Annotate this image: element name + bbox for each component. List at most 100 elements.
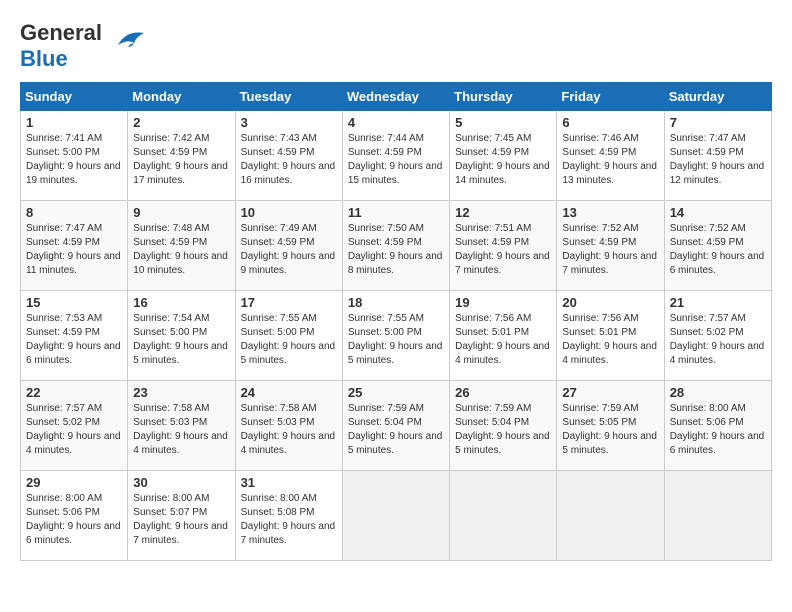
calendar-table: SundayMondayTuesdayWednesdayThursdayFrid… [20,82,772,561]
logo-text: General Blue [20,20,102,72]
weekday-header-monday: Monday [128,83,235,111]
calendar-week-5: 29 Sunrise: 8:00 AM Sunset: 5:06 PM Dayl… [21,471,772,561]
day-info: Sunrise: 7:41 AM Sunset: 5:00 PM Dayligh… [26,132,122,188]
day-number: 2 [133,115,229,130]
day-info: Sunrise: 7:57 AM Sunset: 5:02 PM Dayligh… [670,312,766,368]
day-number: 17 [241,295,337,310]
page-header: General Blue [20,20,772,72]
day-info: Sunrise: 7:50 AM Sunset: 4:59 PM Dayligh… [348,222,444,278]
weekday-header-saturday: Saturday [664,83,771,111]
day-info: Sunrise: 7:59 AM Sunset: 5:04 PM Dayligh… [455,402,551,458]
calendar-cell: 28 Sunrise: 8:00 AM Sunset: 5:06 PM Dayl… [664,381,771,471]
day-number: 1 [26,115,122,130]
day-number: 9 [133,205,229,220]
day-info: Sunrise: 8:00 AM Sunset: 5:06 PM Dayligh… [670,402,766,458]
day-number: 12 [455,205,551,220]
calendar-cell [557,471,664,561]
calendar-cell: 13 Sunrise: 7:52 AM Sunset: 4:59 PM Dayl… [557,201,664,291]
day-info: Sunrise: 7:56 AM Sunset: 5:01 PM Dayligh… [455,312,551,368]
day-number: 6 [562,115,658,130]
day-number: 8 [26,205,122,220]
calendar-cell: 4 Sunrise: 7:44 AM Sunset: 4:59 PM Dayli… [342,111,449,201]
day-number: 15 [26,295,122,310]
day-info: Sunrise: 7:49 AM Sunset: 4:59 PM Dayligh… [241,222,337,278]
day-number: 19 [455,295,551,310]
day-number: 24 [241,385,337,400]
day-number: 3 [241,115,337,130]
calendar-cell: 8 Sunrise: 7:47 AM Sunset: 4:59 PM Dayli… [21,201,128,291]
day-info: Sunrise: 7:57 AM Sunset: 5:02 PM Dayligh… [26,402,122,458]
day-info: Sunrise: 7:54 AM Sunset: 5:00 PM Dayligh… [133,312,229,368]
calendar-cell: 3 Sunrise: 7:43 AM Sunset: 4:59 PM Dayli… [235,111,342,201]
day-info: Sunrise: 7:56 AM Sunset: 5:01 PM Dayligh… [562,312,658,368]
day-number: 25 [348,385,444,400]
day-number: 31 [241,475,337,490]
calendar-cell: 26 Sunrise: 7:59 AM Sunset: 5:04 PM Dayl… [450,381,557,471]
calendar-cell: 20 Sunrise: 7:56 AM Sunset: 5:01 PM Dayl… [557,291,664,381]
day-info: Sunrise: 7:46 AM Sunset: 4:59 PM Dayligh… [562,132,658,188]
day-number: 22 [26,385,122,400]
day-number: 28 [670,385,766,400]
day-number: 29 [26,475,122,490]
day-info: Sunrise: 7:59 AM Sunset: 5:05 PM Dayligh… [562,402,658,458]
calendar-cell: 2 Sunrise: 7:42 AM Sunset: 4:59 PM Dayli… [128,111,235,201]
day-info: Sunrise: 7:43 AM Sunset: 4:59 PM Dayligh… [241,132,337,188]
day-number: 7 [670,115,766,130]
calendar-cell [342,471,449,561]
day-info: Sunrise: 7:45 AM Sunset: 4:59 PM Dayligh… [455,132,551,188]
day-number: 10 [241,205,337,220]
day-number: 21 [670,295,766,310]
calendar-cell: 19 Sunrise: 7:56 AM Sunset: 5:01 PM Dayl… [450,291,557,381]
calendar-cell: 10 Sunrise: 7:49 AM Sunset: 4:59 PM Dayl… [235,201,342,291]
day-info: Sunrise: 7:44 AM Sunset: 4:59 PM Dayligh… [348,132,444,188]
day-number: 4 [348,115,444,130]
calendar-cell: 9 Sunrise: 7:48 AM Sunset: 4:59 PM Dayli… [128,201,235,291]
calendar-cell: 31 Sunrise: 8:00 AM Sunset: 5:08 PM Dayl… [235,471,342,561]
day-info: Sunrise: 7:53 AM Sunset: 4:59 PM Dayligh… [26,312,122,368]
day-info: Sunrise: 7:55 AM Sunset: 5:00 PM Dayligh… [348,312,444,368]
calendar-cell: 27 Sunrise: 7:59 AM Sunset: 5:05 PM Dayl… [557,381,664,471]
day-info: Sunrise: 8:00 AM Sunset: 5:06 PM Dayligh… [26,492,122,548]
calendar-cell: 29 Sunrise: 8:00 AM Sunset: 5:06 PM Dayl… [21,471,128,561]
calendar-cell: 25 Sunrise: 7:59 AM Sunset: 5:04 PM Dayl… [342,381,449,471]
day-info: Sunrise: 7:58 AM Sunset: 5:03 PM Dayligh… [241,402,337,458]
day-info: Sunrise: 7:52 AM Sunset: 4:59 PM Dayligh… [670,222,766,278]
calendar-cell: 11 Sunrise: 7:50 AM Sunset: 4:59 PM Dayl… [342,201,449,291]
calendar-cell: 16 Sunrise: 7:54 AM Sunset: 5:00 PM Dayl… [128,291,235,381]
calendar-cell: 21 Sunrise: 7:57 AM Sunset: 5:02 PM Dayl… [664,291,771,381]
day-info: Sunrise: 7:42 AM Sunset: 4:59 PM Dayligh… [133,132,229,188]
calendar-cell: 17 Sunrise: 7:55 AM Sunset: 5:00 PM Dayl… [235,291,342,381]
day-number: 18 [348,295,444,310]
calendar-cell: 22 Sunrise: 7:57 AM Sunset: 5:02 PM Dayl… [21,381,128,471]
weekday-header-sunday: Sunday [21,83,128,111]
day-info: Sunrise: 7:47 AM Sunset: 4:59 PM Dayligh… [670,132,766,188]
logo-bird-icon [108,25,144,53]
day-number: 30 [133,475,229,490]
logo: General Blue [20,20,144,72]
day-info: Sunrise: 7:58 AM Sunset: 5:03 PM Dayligh… [133,402,229,458]
calendar-week-4: 22 Sunrise: 7:57 AM Sunset: 5:02 PM Dayl… [21,381,772,471]
day-number: 27 [562,385,658,400]
day-info: Sunrise: 8:00 AM Sunset: 5:07 PM Dayligh… [133,492,229,548]
calendar-cell: 1 Sunrise: 7:41 AM Sunset: 5:00 PM Dayli… [21,111,128,201]
day-number: 14 [670,205,766,220]
weekday-header-tuesday: Tuesday [235,83,342,111]
day-number: 16 [133,295,229,310]
calendar-cell: 14 Sunrise: 7:52 AM Sunset: 4:59 PM Dayl… [664,201,771,291]
day-info: Sunrise: 7:47 AM Sunset: 4:59 PM Dayligh… [26,222,122,278]
calendar-week-1: 1 Sunrise: 7:41 AM Sunset: 5:00 PM Dayli… [21,111,772,201]
calendar-cell: 12 Sunrise: 7:51 AM Sunset: 4:59 PM Dayl… [450,201,557,291]
day-number: 5 [455,115,551,130]
day-number: 26 [455,385,551,400]
weekday-header-friday: Friday [557,83,664,111]
day-info: Sunrise: 7:52 AM Sunset: 4:59 PM Dayligh… [562,222,658,278]
day-number: 11 [348,205,444,220]
calendar-cell: 6 Sunrise: 7:46 AM Sunset: 4:59 PM Dayli… [557,111,664,201]
calendar-week-3: 15 Sunrise: 7:53 AM Sunset: 4:59 PM Dayl… [21,291,772,381]
weekday-header-wednesday: Wednesday [342,83,449,111]
day-info: Sunrise: 8:00 AM Sunset: 5:08 PM Dayligh… [241,492,337,548]
day-info: Sunrise: 7:48 AM Sunset: 4:59 PM Dayligh… [133,222,229,278]
calendar-cell: 18 Sunrise: 7:55 AM Sunset: 5:00 PM Dayl… [342,291,449,381]
weekday-header-thursday: Thursday [450,83,557,111]
day-number: 23 [133,385,229,400]
